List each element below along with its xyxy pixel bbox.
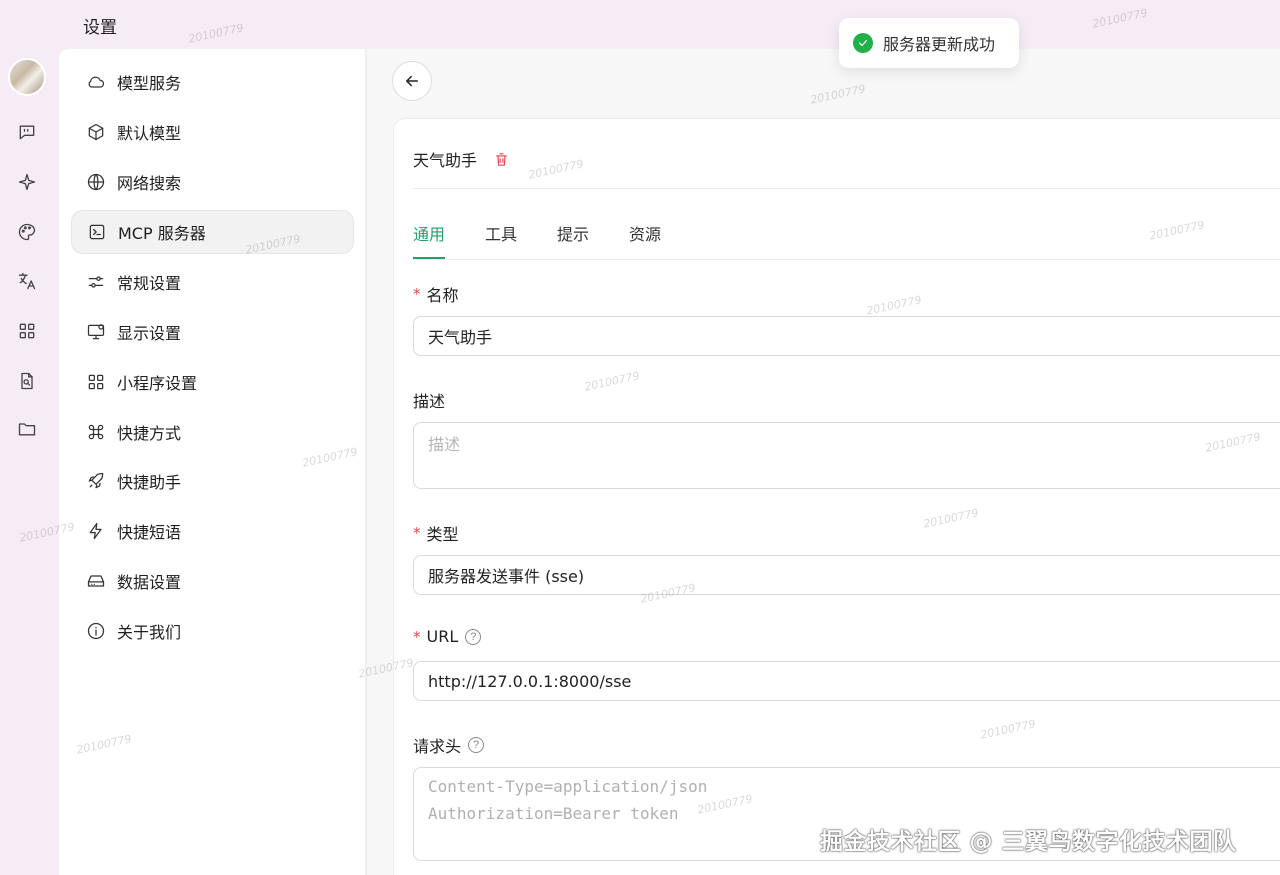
name-label: * 名称 (413, 282, 459, 306)
monitor-icon (85, 321, 107, 343)
nav-item-label: 网络搜索 (117, 174, 182, 193)
tab-prompts[interactable]: 提示 (557, 217, 589, 259)
required-mark: * (413, 285, 421, 303)
divider (413, 188, 1280, 189)
grid-icon (85, 371, 107, 393)
nav-item-about[interactable]: 关于我们 (71, 609, 354, 653)
sparkle-icon[interactable] (16, 171, 38, 193)
tab-general[interactable]: 通用 (413, 217, 446, 259)
type-select[interactable]: 服务器发送事件 (sse) (413, 555, 1280, 595)
nav-item-label: 小程序设置 (117, 374, 198, 393)
nav-item-label: 显示设置 (117, 324, 182, 343)
description-label-text: 描述 (413, 392, 446, 411)
type-label-text: 类型 (426, 525, 459, 544)
window-title: 设置 (83, 18, 117, 38)
credit-watermark: 掘金技术社区 @ 三翼鸟数字化技术团队 (820, 829, 1237, 855)
file-search-icon[interactable] (16, 370, 38, 392)
watermark: 20100779 (1091, 6, 1149, 31)
headers-placeholder-line: Content-Type=application/json (428, 777, 708, 796)
nav-item-label: 数据设置 (117, 573, 182, 592)
avatar[interactable] (8, 58, 46, 96)
help-icon[interactable]: ? (468, 737, 485, 753)
terminal-icon (86, 221, 108, 243)
check-circle-icon (853, 33, 873, 53)
folder-icon[interactable] (16, 418, 38, 440)
chat-icon[interactable] (16, 121, 38, 143)
palette-icon[interactable] (16, 221, 38, 243)
rocket-icon (85, 470, 107, 492)
nav-item-quick-phrases[interactable]: 快捷短语 (71, 509, 354, 553)
tab-resources[interactable]: 资源 (629, 217, 661, 259)
headers-label: 请求头 ? (413, 733, 485, 757)
url-input[interactable]: http://127.0.0.1:8000/sse (413, 661, 1280, 701)
description-placeholder: 描述 (428, 435, 461, 454)
nav-item-label: 快捷方式 (117, 424, 182, 443)
server-title: 天气助手 (413, 151, 478, 170)
name-label-text: 名称 (426, 286, 459, 305)
nav-item-label: MCP 服务器 (118, 224, 206, 243)
back-button[interactable] (392, 61, 432, 101)
nav-item-shortcuts[interactable]: 快捷方式 (71, 410, 354, 454)
tab-tools[interactable]: 工具 (485, 217, 517, 259)
watermark: 20100779 (187, 21, 245, 46)
zap-icon (85, 520, 107, 542)
settings-nav: 模型服务 默认模型 网络搜索 MCP 服务器 常规设置 显示设置 小程序设置 快… (59, 49, 366, 875)
info-icon (85, 620, 107, 642)
nav-item-miniapp-settings[interactable]: 小程序设置 (71, 360, 354, 404)
nav-item-default-model[interactable]: 默认模型 (71, 110, 354, 154)
apps-icon[interactable] (16, 320, 38, 342)
nav-item-data-settings[interactable]: 数据设置 (71, 559, 354, 603)
card-header: 天气助手 (413, 147, 511, 171)
nav-item-web-search[interactable]: 网络搜索 (71, 160, 354, 204)
sliders-icon (85, 271, 107, 293)
drive-icon (85, 570, 107, 592)
description-label: 描述 (413, 388, 445, 412)
headers-label-text: 请求头 (413, 737, 462, 756)
icon-rail (0, 50, 56, 875)
command-icon (85, 421, 107, 443)
translate-icon[interactable] (16, 270, 38, 292)
nav-item-label: 默认模型 (117, 124, 182, 143)
nav-item-general-settings[interactable]: 常规设置 (71, 260, 354, 304)
cube-icon (85, 121, 107, 143)
trash-icon (495, 152, 508, 166)
delete-server-button[interactable] (493, 150, 511, 168)
globe-icon (85, 171, 107, 193)
nav-item-label: 常规设置 (117, 274, 182, 293)
url-label-text: URL (426, 627, 459, 646)
required-mark: * (413, 627, 421, 646)
nav-item-model-service[interactable]: 模型服务 (71, 60, 354, 104)
cloud-icon (85, 71, 107, 93)
nav-item-label: 快捷短语 (117, 523, 182, 542)
type-select-value: 服务器发送事件 (sse) (428, 567, 585, 586)
divider (413, 259, 1280, 260)
toast-message: 服务器更新成功 (883, 35, 996, 54)
name-input-value: 天气助手 (428, 328, 493, 347)
nav-item-display-settings[interactable]: 显示设置 (71, 310, 354, 354)
nav-item-label: 快捷助手 (117, 473, 182, 492)
tab-bar: 通用 工具 提示 资源 (413, 217, 701, 259)
name-input[interactable]: 天气助手 (413, 316, 1280, 356)
main-content: 天气助手 通用 工具 提示 资源 * 名称 天气助手 描述 描述 * 类型 服务… (367, 49, 1280, 875)
nav-item-label: 模型服务 (117, 74, 182, 93)
nav-item-mcp-servers[interactable]: MCP 服务器 (71, 210, 354, 254)
app-window: 设置 模型服务 默认模型 网络搜索 MCP 服务器 常规设置 显示设置 小程序设… (0, 0, 1280, 875)
server-detail-card: 天气助手 通用 工具 提示 资源 * 名称 天气助手 描述 描述 * 类型 服务… (393, 118, 1280, 875)
success-toast: 服务器更新成功 (839, 18, 1019, 68)
required-mark: * (413, 524, 421, 542)
description-textarea[interactable]: 描述 (413, 422, 1280, 489)
nav-item-quick-assistant[interactable]: 快捷助手 (71, 459, 354, 503)
nav-item-label: 关于我们 (117, 623, 182, 642)
url-input-value: http://127.0.0.1:8000/sse (428, 671, 632, 691)
help-icon[interactable]: ? (465, 628, 482, 645)
type-label: * 类型 (413, 521, 459, 545)
arrow-left-icon (406, 75, 418, 87)
url-label: * URL ? (413, 627, 482, 646)
